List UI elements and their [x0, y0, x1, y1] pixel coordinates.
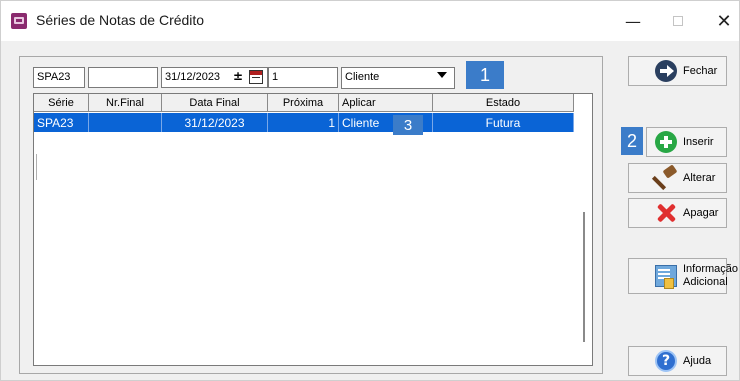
maximize-button[interactable]: [658, 7, 698, 35]
inserir-button[interactable]: Inserir: [646, 127, 727, 157]
close-button[interactable]: ✕: [704, 7, 740, 35]
calendar-icon[interactable]: [249, 70, 263, 84]
window: Séries de Notas de Crédito — ✕ SPA23 31/…: [0, 0, 740, 381]
aplicar-select[interactable]: Cliente: [341, 67, 455, 89]
cell-serie[interactable]: SPA23: [34, 113, 89, 132]
step-badge-1: 1: [466, 61, 504, 89]
alterar-button[interactable]: Alterar: [628, 163, 727, 193]
app-icon: [11, 13, 27, 29]
serie-input[interactable]: SPA23: [33, 67, 85, 88]
maximize-icon: [673, 16, 683, 26]
cell-nr-final[interactable]: [89, 113, 162, 132]
cell-data-final[interactable]: 31/12/2023: [162, 113, 268, 132]
cell-proxima[interactable]: 1: [268, 113, 339, 132]
col-header-aplicar[interactable]: Aplicar: [339, 94, 433, 112]
nr-final-input[interactable]: [88, 67, 158, 88]
red-x-icon: [655, 202, 677, 224]
ajuda-label: Ajuda: [683, 355, 712, 367]
col-header-nr-final[interactable]: Nr.Final: [89, 94, 162, 112]
series-table[interactable]: Série Nr.Final Data Final Próxima Aplica…: [33, 93, 593, 366]
alterar-label: Alterar: [683, 172, 716, 184]
minimize-button[interactable]: —: [613, 7, 653, 35]
col-header-proxima[interactable]: Próxima: [268, 94, 339, 112]
step-badge-3: 3: [393, 115, 423, 135]
step-badge-2: 2: [621, 127, 643, 155]
fechar-button[interactable]: Fechar: [628, 56, 727, 86]
fechar-label: Fechar: [683, 65, 718, 77]
chevron-down-icon[interactable]: [437, 72, 447, 78]
scrollbar[interactable]: [583, 212, 585, 342]
help-circle-icon: ?: [655, 350, 677, 372]
window-title: Séries de Notas de Crédito: [36, 12, 205, 28]
apagar-label: Apagar: [683, 207, 719, 219]
col-header-serie[interactable]: Série: [34, 94, 89, 112]
arrow-right-circle-icon: [655, 60, 677, 82]
cell-estado[interactable]: Futura: [433, 113, 574, 132]
info-label-line1: Informação: [683, 263, 739, 275]
proxima-input[interactable]: 1: [268, 67, 338, 88]
grid-divider: [36, 154, 37, 180]
inserir-label: Inserir: [683, 136, 714, 148]
ajuda-button[interactable]: ? Ajuda: [628, 346, 727, 376]
plus-circle-icon: [655, 131, 677, 153]
col-header-estado[interactable]: Estado: [433, 94, 574, 112]
col-header-data-final[interactable]: Data Final: [162, 94, 268, 112]
info-label: Informação Adicional: [683, 263, 738, 289]
apagar-button[interactable]: Apagar: [628, 198, 727, 228]
document-info-icon: [655, 265, 677, 289]
informacao-adicional-button[interactable]: Informação Adicional: [628, 258, 738, 294]
title-bar: Séries de Notas de Crédito — ✕: [1, 1, 739, 41]
date-spin-button[interactable]: ±: [231, 69, 245, 85]
hammer-icon: [655, 167, 677, 189]
info-label-line2: Adicional: [683, 276, 728, 288]
